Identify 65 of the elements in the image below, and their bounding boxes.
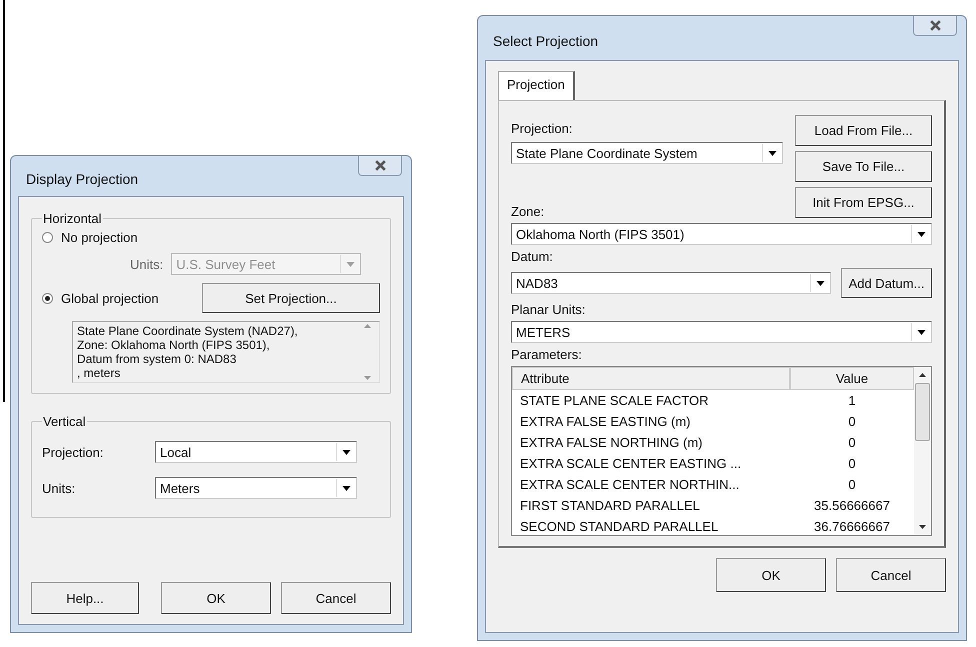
caret-icon: [768, 150, 776, 156]
table-cell-text: 0: [847, 455, 857, 473]
table-cell-text: EXTRA FALSE EASTING (m): [519, 413, 692, 431]
group-label: Vertical: [42, 414, 87, 429]
file-button[interactable]: Init From EPSG...: [795, 187, 932, 218]
table-cell-text: EXTRA SCALE CENTER EASTING ...: [519, 455, 742, 473]
column-header[interactable]: Value: [790, 367, 914, 390]
description-field: State Plane Coordinate System (NAD27), Zone: Oklahoma North (FIPS 3501), Datum from system 0: NAD83 , meters: [72, 321, 380, 383]
scrollbar[interactable]: [914, 367, 931, 535]
cancel-button[interactable]: Cancel: [281, 582, 391, 614]
scroll-thumb[interactable]: [915, 383, 930, 441]
dropdown[interactable]: METERS: [511, 321, 932, 343]
table-cell-text: STATE PLANE SCALE FACTOR: [519, 392, 710, 410]
table-cell-text: 0: [847, 476, 857, 494]
close-button[interactable]: [358, 156, 402, 176]
dropdown[interactable]: Local: [155, 441, 357, 463]
field-label: Units:: [130, 256, 164, 272]
add-datum-button[interactable]: Add Datum...: [841, 268, 932, 298]
table-cell-text: 0: [847, 413, 857, 431]
help-button[interactable]: Help...: [31, 582, 139, 614]
field-label: Datum:: [511, 249, 554, 264]
caret-icon: [342, 486, 350, 490]
radio-button[interactable]: [42, 232, 53, 243]
field-label: Projection:: [42, 444, 104, 460]
window-title: Select Projection: [492, 32, 598, 49]
table-cell-text: 1: [847, 392, 857, 410]
caret-icon: [342, 450, 350, 454]
dropdown[interactable]: Meters: [155, 477, 357, 499]
close-icon: [374, 160, 386, 171]
table-cell-text: EXTRA FALSE NORTHING (m): [519, 434, 704, 452]
close-icon: [928, 20, 942, 31]
table-cell-text: FIRST STANDARD PARALLEL: [519, 497, 701, 515]
scroll-up-icon[interactable]: [919, 373, 926, 377]
field-label: Planar Units:: [511, 302, 586, 317]
window-title: Display Projection: [25, 170, 138, 187]
table-cell-text: EXTRA SCALE CENTER NORTHIN...: [519, 476, 740, 494]
group-label: Horizontal: [42, 211, 103, 226]
field-label: Zone:: [511, 204, 546, 219]
caret-icon: [816, 280, 824, 286]
dropdown[interactable]: NAD83: [511, 272, 831, 294]
table-cell-text: 35.56666667: [813, 497, 891, 515]
tab[interactable]: Projection: [498, 71, 575, 100]
table-cell-text: 36.76666667: [813, 518, 891, 535]
dropdown[interactable]: Oklahoma North (FIPS 3501): [511, 223, 932, 245]
ok-button[interactable]: OK: [716, 558, 826, 592]
caret-icon: [916, 232, 926, 236]
radio-label[interactable]: No projection: [61, 230, 138, 245]
field-label: Projection:: [511, 121, 574, 136]
field-label: Units:: [42, 480, 76, 496]
field-label: Parameters:: [511, 347, 583, 362]
file-button[interactable]: Save To File...: [795, 151, 932, 182]
close-button[interactable]: [913, 16, 957, 36]
caret-icon: [916, 330, 926, 334]
scroll-down-icon[interactable]: [919, 525, 926, 529]
ok-button[interactable]: OK: [161, 582, 271, 614]
table-cell-text: SECOND STANDARD PARALLEL: [519, 518, 720, 535]
set-projection-button[interactable]: Set Projection...: [202, 283, 380, 313]
caret-icon: [346, 262, 355, 266]
radio-label[interactable]: Global projection: [61, 290, 159, 306]
file-button[interactable]: Load From File...: [795, 115, 932, 146]
column-header[interactable]: Attribute: [512, 367, 790, 390]
table-cell-text: 0: [847, 434, 857, 452]
radio-button[interactable]: [42, 292, 53, 304]
cancel-button[interactable]: Cancel: [836, 558, 946, 592]
dropdown[interactable]: State Plane Coordinate System: [511, 142, 783, 164]
